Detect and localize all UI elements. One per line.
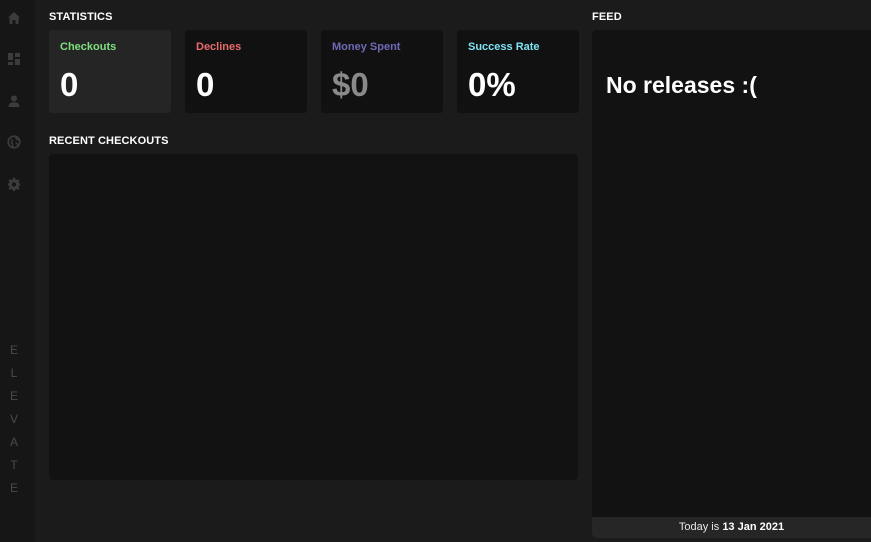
stat-card-success-rate[interactable]: Success Rate 0% — [457, 30, 579, 113]
brand-letter: E — [9, 481, 18, 495]
current-date: 13 Jan 2021 — [722, 521, 785, 533]
date-prefix: Today is — [678, 521, 723, 533]
stat-card-value: 0 — [196, 66, 215, 103]
stat-card-value: 0% — [468, 66, 516, 103]
recent-checkouts-list[interactable] — [49, 154, 578, 480]
stat-card-label: Declines — [196, 41, 242, 53]
dashboard-icon[interactable] — [7, 52, 21, 66]
app-window: E L E V A T E STATISTICS Checkouts 0 Dec… — [0, 0, 871, 542]
stat-card-value: 0 — [60, 66, 79, 103]
feed-empty-message: No releases :( — [606, 72, 757, 98]
brand-wordmark: E L E V A T E — [9, 340, 19, 501]
home-icon[interactable] — [7, 11, 21, 25]
stat-card-label: Success Rate — [468, 41, 540, 53]
recent-checkouts-title: RECENT CHECKOUTS — [49, 135, 169, 147]
gear-icon[interactable] — [7, 177, 21, 191]
feed-panel[interactable]: No releases :( Today is 13 Jan 2021 — [592, 30, 871, 538]
brand-letter: T — [10, 458, 18, 472]
brand-letter: L — [10, 366, 18, 380]
brand-letter: V — [9, 412, 18, 426]
statistics-title: STATISTICS — [49, 11, 113, 23]
feed-date-footer: Today is 13 Jan 2021 — [592, 517, 871, 538]
brand-letter: E — [9, 389, 18, 403]
stat-card-value: $0 — [332, 66, 369, 103]
stat-card-declines[interactable]: Declines 0 — [185, 30, 307, 113]
stat-card-checkouts[interactable]: Checkouts 0 — [49, 30, 171, 113]
feed-title: FEED — [592, 11, 622, 23]
brand-letter: E — [9, 343, 18, 357]
stat-card-label: Checkouts — [60, 41, 117, 53]
stat-card-label: Money Spent — [332, 41, 401, 53]
user-icon[interactable] — [7, 94, 21, 108]
brand-letter: A — [9, 435, 18, 449]
globe-icon[interactable] — [7, 135, 21, 149]
stat-card-money-spent[interactable]: Money Spent $0 — [321, 30, 443, 113]
sidebar: E L E V A T E — [0, 0, 35, 542]
